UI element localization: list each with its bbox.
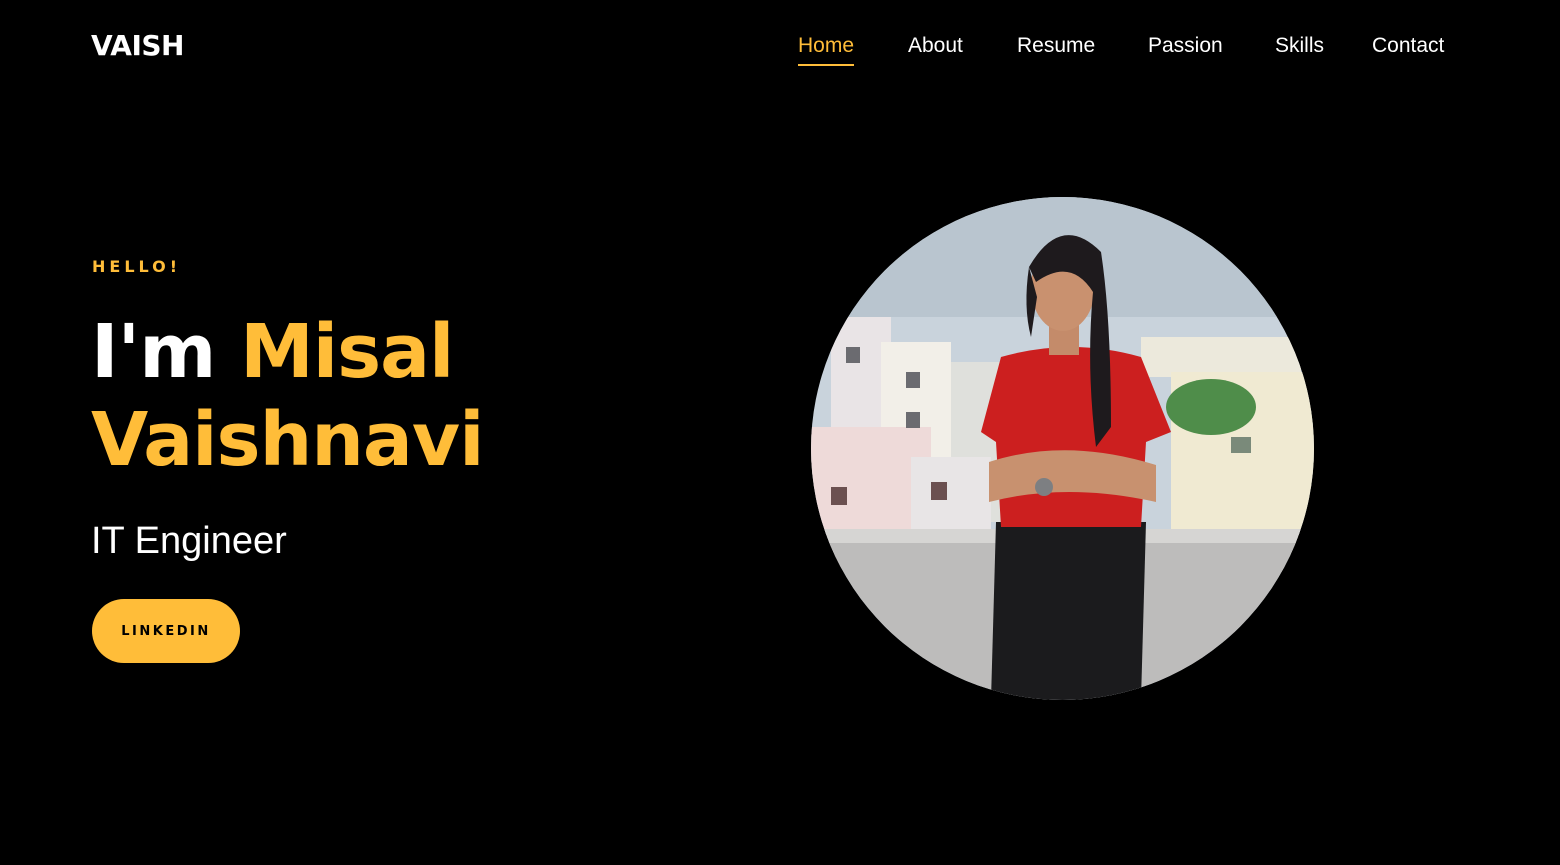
nav-about[interactable]: About (908, 32, 963, 60)
nav-resume[interactable]: Resume (1017, 32, 1095, 60)
hero-intro: I'm (91, 309, 216, 395)
profile-photo (811, 197, 1314, 700)
nav-contact[interactable]: Contact (1372, 32, 1444, 60)
nav-skills[interactable]: Skills (1275, 32, 1324, 60)
hero-headline: I'm Misal Vaishnavi (91, 308, 711, 484)
hero-role: IT Engineer (91, 520, 287, 562)
hero-greeting: HELLO! (92, 257, 182, 276)
hero-name-first: Misal (240, 309, 454, 395)
profile-photo-illustration (811, 197, 1314, 700)
main-nav: Home About Resume Passion Skills Contact (0, 32, 1560, 72)
nav-passion[interactable]: Passion (1148, 32, 1223, 60)
nav-home[interactable]: Home (798, 32, 855, 66)
page: VAISH Home About Resume Passion Skills C… (0, 0, 1560, 865)
linkedin-button[interactable]: LINKEDIN (92, 599, 240, 663)
hero-name-last: Vaishnavi (91, 397, 484, 483)
